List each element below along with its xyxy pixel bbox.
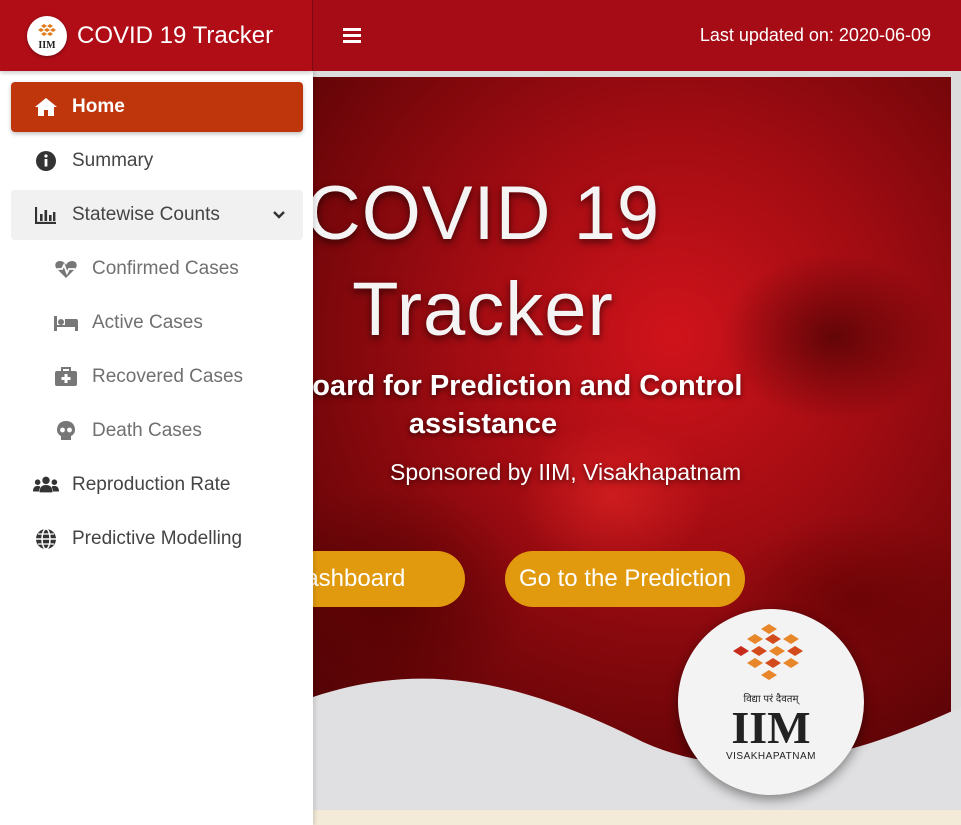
hero-title-line2: Tracker — [352, 267, 614, 352]
users-icon — [33, 474, 59, 496]
svg-text:IIM: IIM — [38, 40, 56, 51]
last-updated-text: Last updated on: 2020-06-09 — [699, 25, 931, 45]
home-icon — [33, 96, 59, 118]
go-to-dashboard-button[interactable]: Go to the Dashboard — [313, 551, 465, 607]
sidebar-item-label: Predictive Modelling — [72, 528, 243, 549]
hero-section: COVID 19 Tracker Dashboard for Predictio… — [313, 71, 961, 810]
hero-banner: COVID 19 Tracker Dashboard for Predictio… — [313, 77, 961, 810]
chevron-down-icon[interactable] — [273, 211, 285, 219]
sidebar-item-reproduction-rate[interactable]: Reproduction Rate — [11, 460, 303, 510]
sidebar-item-label: Summary — [72, 150, 154, 171]
top-bar: Last updated on: 2020-06-09 — [313, 0, 961, 71]
sidebar-item-label: Reproduction Rate — [72, 474, 231, 495]
sidebar-item-predictive-modelling[interactable]: Predictive Modelling — [11, 514, 303, 564]
app-title: COVID 19 Tracker — [77, 21, 274, 49]
skull-icon — [53, 420, 79, 442]
hero-sponsor: Sponsored by IIM, Visakhapatnam — [390, 459, 742, 485]
hero-wave — [313, 678, 961, 810]
sidebar-item-active-cases[interactable]: Active Cases — [11, 298, 303, 348]
sidebar-item-label: Active Cases — [92, 312, 203, 333]
hero-title-line1: COVID 19 — [313, 171, 661, 256]
sidebar-item-label: Death Cases — [92, 420, 202, 441]
first-aid-kit-icon — [53, 366, 79, 388]
iim-logo-icon: IIM — [27, 15, 67, 56]
iim-emblem-icon — [733, 624, 803, 680]
bar-chart-icon — [33, 204, 59, 226]
sidebar-item-label: Confirmed Cases — [92, 258, 239, 279]
sidebar-item-confirmed-cases[interactable]: Confirmed Cases — [11, 244, 303, 294]
sidebar-item-home[interactable]: Home — [11, 82, 303, 132]
brand-bar: IIM COVID 19 Tracker — [0, 0, 313, 71]
sidebar-item-label: Recovered Cases — [92, 366, 244, 387]
go-to-prediction-button[interactable]: Go to the Prediction — [505, 551, 745, 607]
sidebar-item-summary[interactable]: Summary — [11, 136, 303, 186]
sidebar-item-recovered-cases[interactable]: Recovered Cases — [11, 352, 303, 402]
hero-subtitle-line2: assistance — [408, 408, 558, 440]
iim-city: VISAKHAPATNAM — [725, 751, 817, 762]
sidebar-item-label: Statewise Counts — [72, 204, 220, 225]
sidebar-item-death-cases[interactable]: Death Cases — [11, 406, 303, 456]
hamburger-menu-icon[interactable] — [341, 24, 363, 47]
sidebar: Home Summary Statewise Counts Confirmed … — [0, 71, 313, 825]
info-icon — [33, 150, 59, 172]
iim-name: IIM — [731, 702, 811, 753]
bed-icon — [53, 312, 79, 334]
sidebar-item-label: Home — [72, 96, 125, 117]
hero-title: COVID 19 Tracker — [313, 166, 673, 358]
iim-badge: विद्या परं दैवतम् IIM VISAKHAPATNAM — [678, 609, 864, 795]
sidebar-item-statewise-counts[interactable]: Statewise Counts — [11, 190, 303, 240]
hero-subtitle: Dashboard for Prediction and Control ass… — [313, 367, 833, 443]
globe-icon — [33, 528, 59, 550]
hero-subtitle-line1: Dashboard for Prediction and Control — [313, 370, 743, 402]
heartbeat-icon — [53, 258, 79, 280]
